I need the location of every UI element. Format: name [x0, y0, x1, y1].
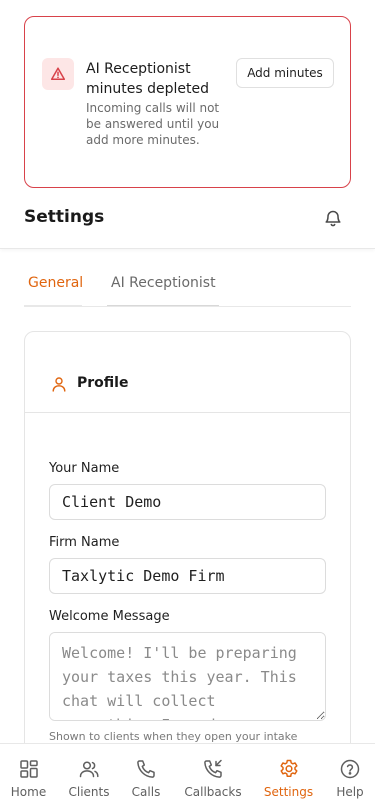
profile-title: Profile	[77, 375, 129, 391]
tab-general-underline	[24, 305, 82, 306]
firm-name-label: Firm Name	[49, 535, 120, 550]
page-header: Settings	[0, 188, 375, 249]
firm-name-input[interactable]	[49, 558, 326, 594]
nav-item-calls[interactable]: Calls	[126, 744, 166, 812]
nav-item-help[interactable]: Help	[331, 744, 369, 812]
grid-icon	[18, 758, 40, 780]
users-icon	[78, 758, 100, 780]
user-icon	[51, 376, 67, 392]
tab-ai-receptionist-underline	[107, 305, 219, 306]
nav-label-home: Home	[10, 785, 47, 799]
page-title: Settings	[24, 207, 105, 227]
help-icon	[339, 758, 361, 780]
nav-label-settings: Settings	[263, 785, 314, 799]
profile-card: Profile Your Name Firm Name Welcome Mess…	[24, 331, 351, 801]
your-name-label: Your Name	[49, 461, 120, 476]
nav-label-callbacks: Callbacks	[184, 785, 242, 799]
add-minutes-button[interactable]: Add minutes	[236, 58, 334, 88]
nav-label-clients: Clients	[68, 785, 110, 799]
bottom-navigation: Home Clients Calls Callbacks Settings He…	[0, 743, 375, 812]
phone-icon	[135, 758, 157, 780]
welcome-message-helper: Shown to clients when they open your int…	[49, 730, 298, 743]
tab-ai-receptionist[interactable]: AI Receptionist	[111, 268, 216, 307]
nav-item-clients[interactable]: Clients	[64, 744, 114, 812]
phone-callback-icon	[202, 758, 224, 780]
nav-item-settings[interactable]: Settings	[260, 744, 317, 812]
alert-title: AI Receptionist minutes depleted	[86, 61, 209, 97]
alert-message: Incoming calls will not be answered unti…	[86, 101, 220, 147]
tab-general[interactable]: General	[28, 268, 83, 307]
welcome-message-label: Welcome Message	[49, 609, 170, 624]
bell-icon[interactable]	[323, 208, 343, 228]
warning-triangle-icon	[42, 58, 74, 90]
nav-label-calls: Calls	[131, 785, 161, 799]
minutes-depleted-alert: AI Receptionist minutes depleted Incomin…	[24, 16, 351, 188]
settings-tabs: General AI Receptionist	[24, 268, 351, 307]
gear-icon	[278, 758, 300, 780]
nav-item-callbacks[interactable]: Callbacks	[179, 744, 247, 812]
profile-card-header: Profile	[25, 332, 350, 413]
nav-label-help: Help	[336, 785, 364, 799]
nav-item-home[interactable]: Home	[0, 744, 57, 812]
your-name-input[interactable]	[49, 484, 326, 520]
welcome-message-textarea[interactable]	[49, 632, 326, 721]
